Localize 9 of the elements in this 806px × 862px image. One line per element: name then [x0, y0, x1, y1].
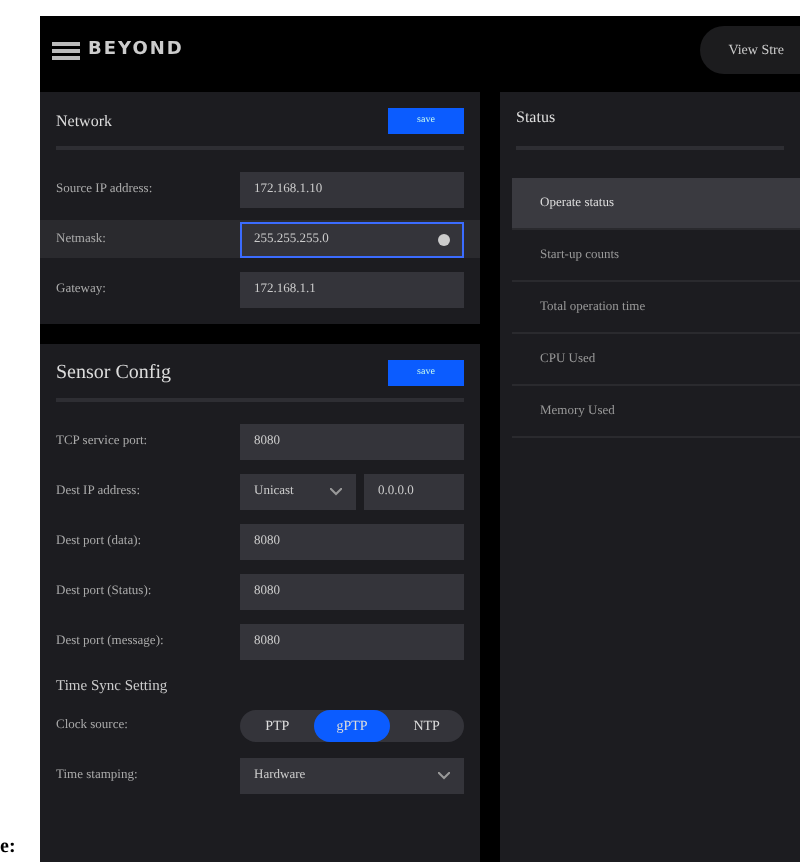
logo-text: BEYOND [88, 40, 184, 60]
panel-title: Sensor Config [56, 362, 171, 384]
caret-icon [330, 487, 342, 495]
panel-title: Network [56, 112, 112, 130]
panel-title: Status [516, 108, 556, 126]
caret-icon [438, 771, 450, 779]
clear-icon[interactable] [438, 233, 450, 245]
logo-icon [52, 41, 80, 59]
margin-text: e: [0, 836, 18, 862]
